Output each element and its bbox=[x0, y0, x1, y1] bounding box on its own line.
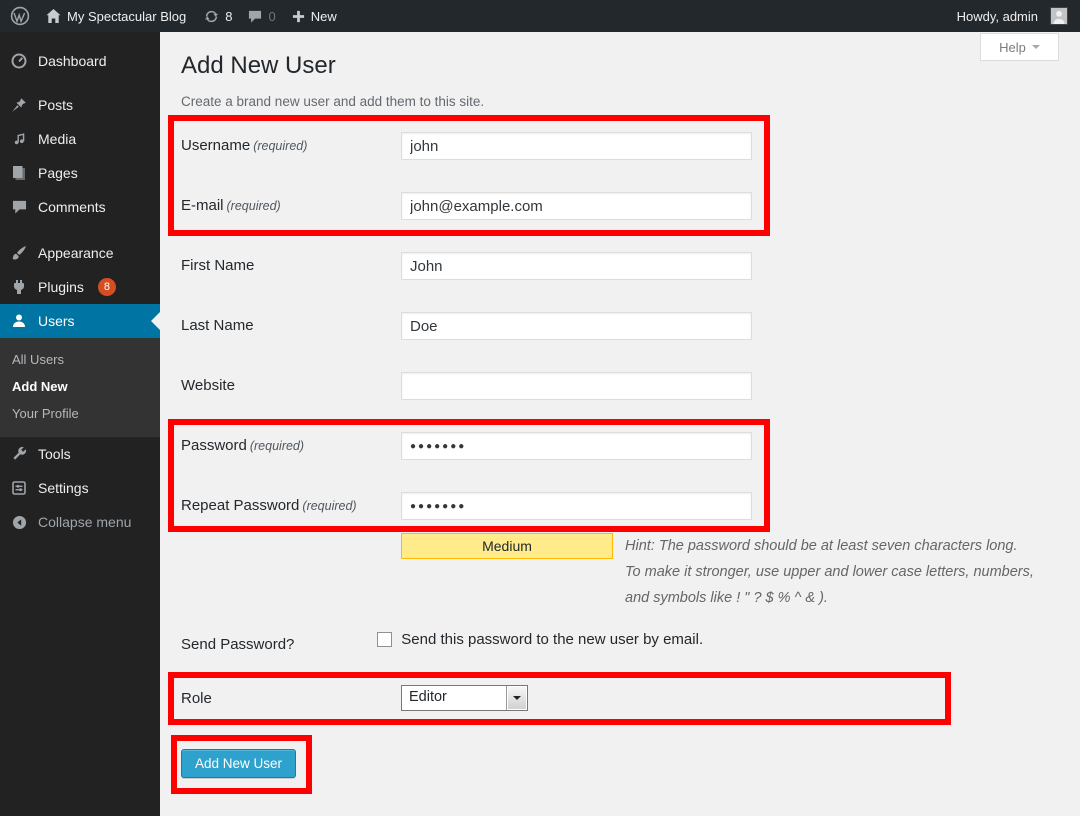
last-name-input[interactable] bbox=[401, 312, 752, 340]
comment-bubble-icon bbox=[248, 10, 262, 23]
main-content: Add New User Create a brand new user and… bbox=[160, 32, 1080, 816]
page-title: Add New User bbox=[181, 52, 1060, 80]
sidebar-item-tools[interactable]: Tools bbox=[0, 437, 160, 471]
sidebar-label: Tools bbox=[38, 446, 71, 462]
submenu-item-add-new[interactable]: Add New bbox=[0, 373, 160, 400]
wrench-icon bbox=[9, 446, 29, 462]
updates-icon bbox=[204, 9, 219, 24]
first-name-input[interactable] bbox=[401, 252, 752, 280]
sidebar-item-plugins[interactable]: Plugins 8 bbox=[0, 270, 160, 304]
sidebar-label: Comments bbox=[38, 199, 106, 215]
add-user-form: Username(required) E-mail(required) Firs… bbox=[181, 132, 752, 778]
role-label: Role bbox=[181, 685, 401, 711]
send-password-checkbox[interactable] bbox=[377, 632, 392, 647]
repeat-password-label: Repeat Password(required) bbox=[181, 492, 401, 520]
plugins-count-badge: 8 bbox=[98, 278, 116, 296]
submenu-item-your-profile[interactable]: Your Profile bbox=[0, 400, 160, 427]
password-strength-section: Medium Hint: The password should be at l… bbox=[345, 533, 1035, 611]
collapse-icon bbox=[9, 515, 29, 530]
sidebar-item-posts[interactable]: Posts bbox=[0, 88, 160, 122]
chevron-down-icon bbox=[1032, 45, 1040, 53]
comments-icon bbox=[9, 200, 29, 214]
email-input[interactable] bbox=[401, 192, 752, 220]
sidebar-label: Settings bbox=[38, 480, 89, 496]
username-label: Username(required) bbox=[181, 132, 401, 160]
plus-icon bbox=[292, 10, 305, 23]
help-tab[interactable]: Help bbox=[980, 33, 1059, 61]
current-menu-arrow bbox=[142, 312, 160, 330]
admin-sidebar: Dashboard Posts Media Pages Comments App… bbox=[0, 32, 160, 816]
new-label: New bbox=[311, 9, 337, 24]
email-label: E-mail(required) bbox=[181, 192, 401, 220]
my-account-link[interactable]: Howdy, admin bbox=[957, 8, 1067, 24]
comment-count: 0 bbox=[268, 9, 275, 24]
new-content-link[interactable]: New bbox=[292, 9, 337, 24]
sidebar-label: Users bbox=[38, 313, 75, 329]
sidebar-item-media[interactable]: Media bbox=[0, 122, 160, 156]
sidebar-label: Plugins bbox=[38, 279, 84, 295]
plug-icon bbox=[9, 279, 29, 295]
admin-bar: My Spectacular Blog 8 0 New Howdy, admin bbox=[0, 0, 1080, 32]
updates-link[interactable]: 8 bbox=[204, 9, 232, 24]
sliders-icon bbox=[9, 480, 29, 496]
help-label: Help bbox=[999, 40, 1026, 55]
sidebar-item-users[interactable]: Users bbox=[0, 304, 160, 338]
home-icon bbox=[46, 9, 61, 23]
password-label: Password(required) bbox=[181, 432, 401, 460]
send-password-checkbox-label: Send this password to the new user by em… bbox=[401, 631, 703, 648]
site-name-link[interactable]: My Spectacular Blog bbox=[46, 9, 186, 24]
sidebar-item-appearance[interactable]: Appearance bbox=[0, 236, 160, 270]
website-input[interactable] bbox=[401, 372, 752, 400]
page-description: Create a brand new user and add them to … bbox=[181, 94, 1060, 109]
dashboard-icon bbox=[9, 53, 29, 69]
sidebar-item-comments[interactable]: Comments bbox=[0, 190, 160, 224]
chevron-down-icon bbox=[513, 696, 521, 704]
update-count: 8 bbox=[225, 9, 232, 24]
sidebar-label: Appearance bbox=[38, 245, 114, 261]
username-input[interactable] bbox=[401, 132, 752, 160]
sidebar-label: Media bbox=[38, 131, 76, 147]
password-input[interactable] bbox=[401, 432, 752, 460]
comments-link[interactable]: 0 bbox=[248, 9, 275, 24]
site-name-label: My Spectacular Blog bbox=[67, 9, 186, 24]
pages-icon bbox=[9, 165, 29, 181]
sidebar-label: Pages bbox=[38, 165, 78, 181]
sidebar-item-settings[interactable]: Settings bbox=[0, 471, 160, 505]
password-strength-meter: Medium bbox=[401, 533, 613, 559]
avatar bbox=[1051, 8, 1067, 24]
first-name-label: First Name bbox=[181, 252, 401, 280]
website-label: Website bbox=[181, 372, 401, 400]
sidebar-label: Posts bbox=[38, 97, 73, 113]
select-dropdown-button[interactable] bbox=[506, 686, 527, 710]
repeat-password-input[interactable] bbox=[401, 492, 752, 520]
add-new-user-button[interactable]: Add New User bbox=[181, 749, 296, 778]
users-submenu: All Users Add New Your Profile bbox=[0, 338, 160, 437]
sidebar-label: Collapse menu bbox=[38, 514, 131, 530]
last-name-label: Last Name bbox=[181, 312, 401, 340]
howdy-label: Howdy, admin bbox=[957, 9, 1038, 24]
user-icon bbox=[9, 313, 29, 329]
wordpress-logo-icon[interactable] bbox=[10, 6, 30, 26]
send-password-label: Send Password? bbox=[181, 631, 377, 653]
sidebar-item-dashboard[interactable]: Dashboard bbox=[0, 44, 160, 78]
submenu-item-all-users[interactable]: All Users bbox=[0, 346, 160, 373]
role-select[interactable]: Editor bbox=[401, 685, 528, 711]
sidebar-item-pages[interactable]: Pages bbox=[0, 156, 160, 190]
pushpin-icon bbox=[9, 97, 29, 113]
brush-icon bbox=[9, 245, 29, 261]
sidebar-label: Dashboard bbox=[38, 53, 107, 69]
role-selected-value: Editor bbox=[402, 686, 506, 710]
media-icon bbox=[9, 131, 29, 147]
collapse-menu-button[interactable]: Collapse menu bbox=[0, 505, 160, 539]
